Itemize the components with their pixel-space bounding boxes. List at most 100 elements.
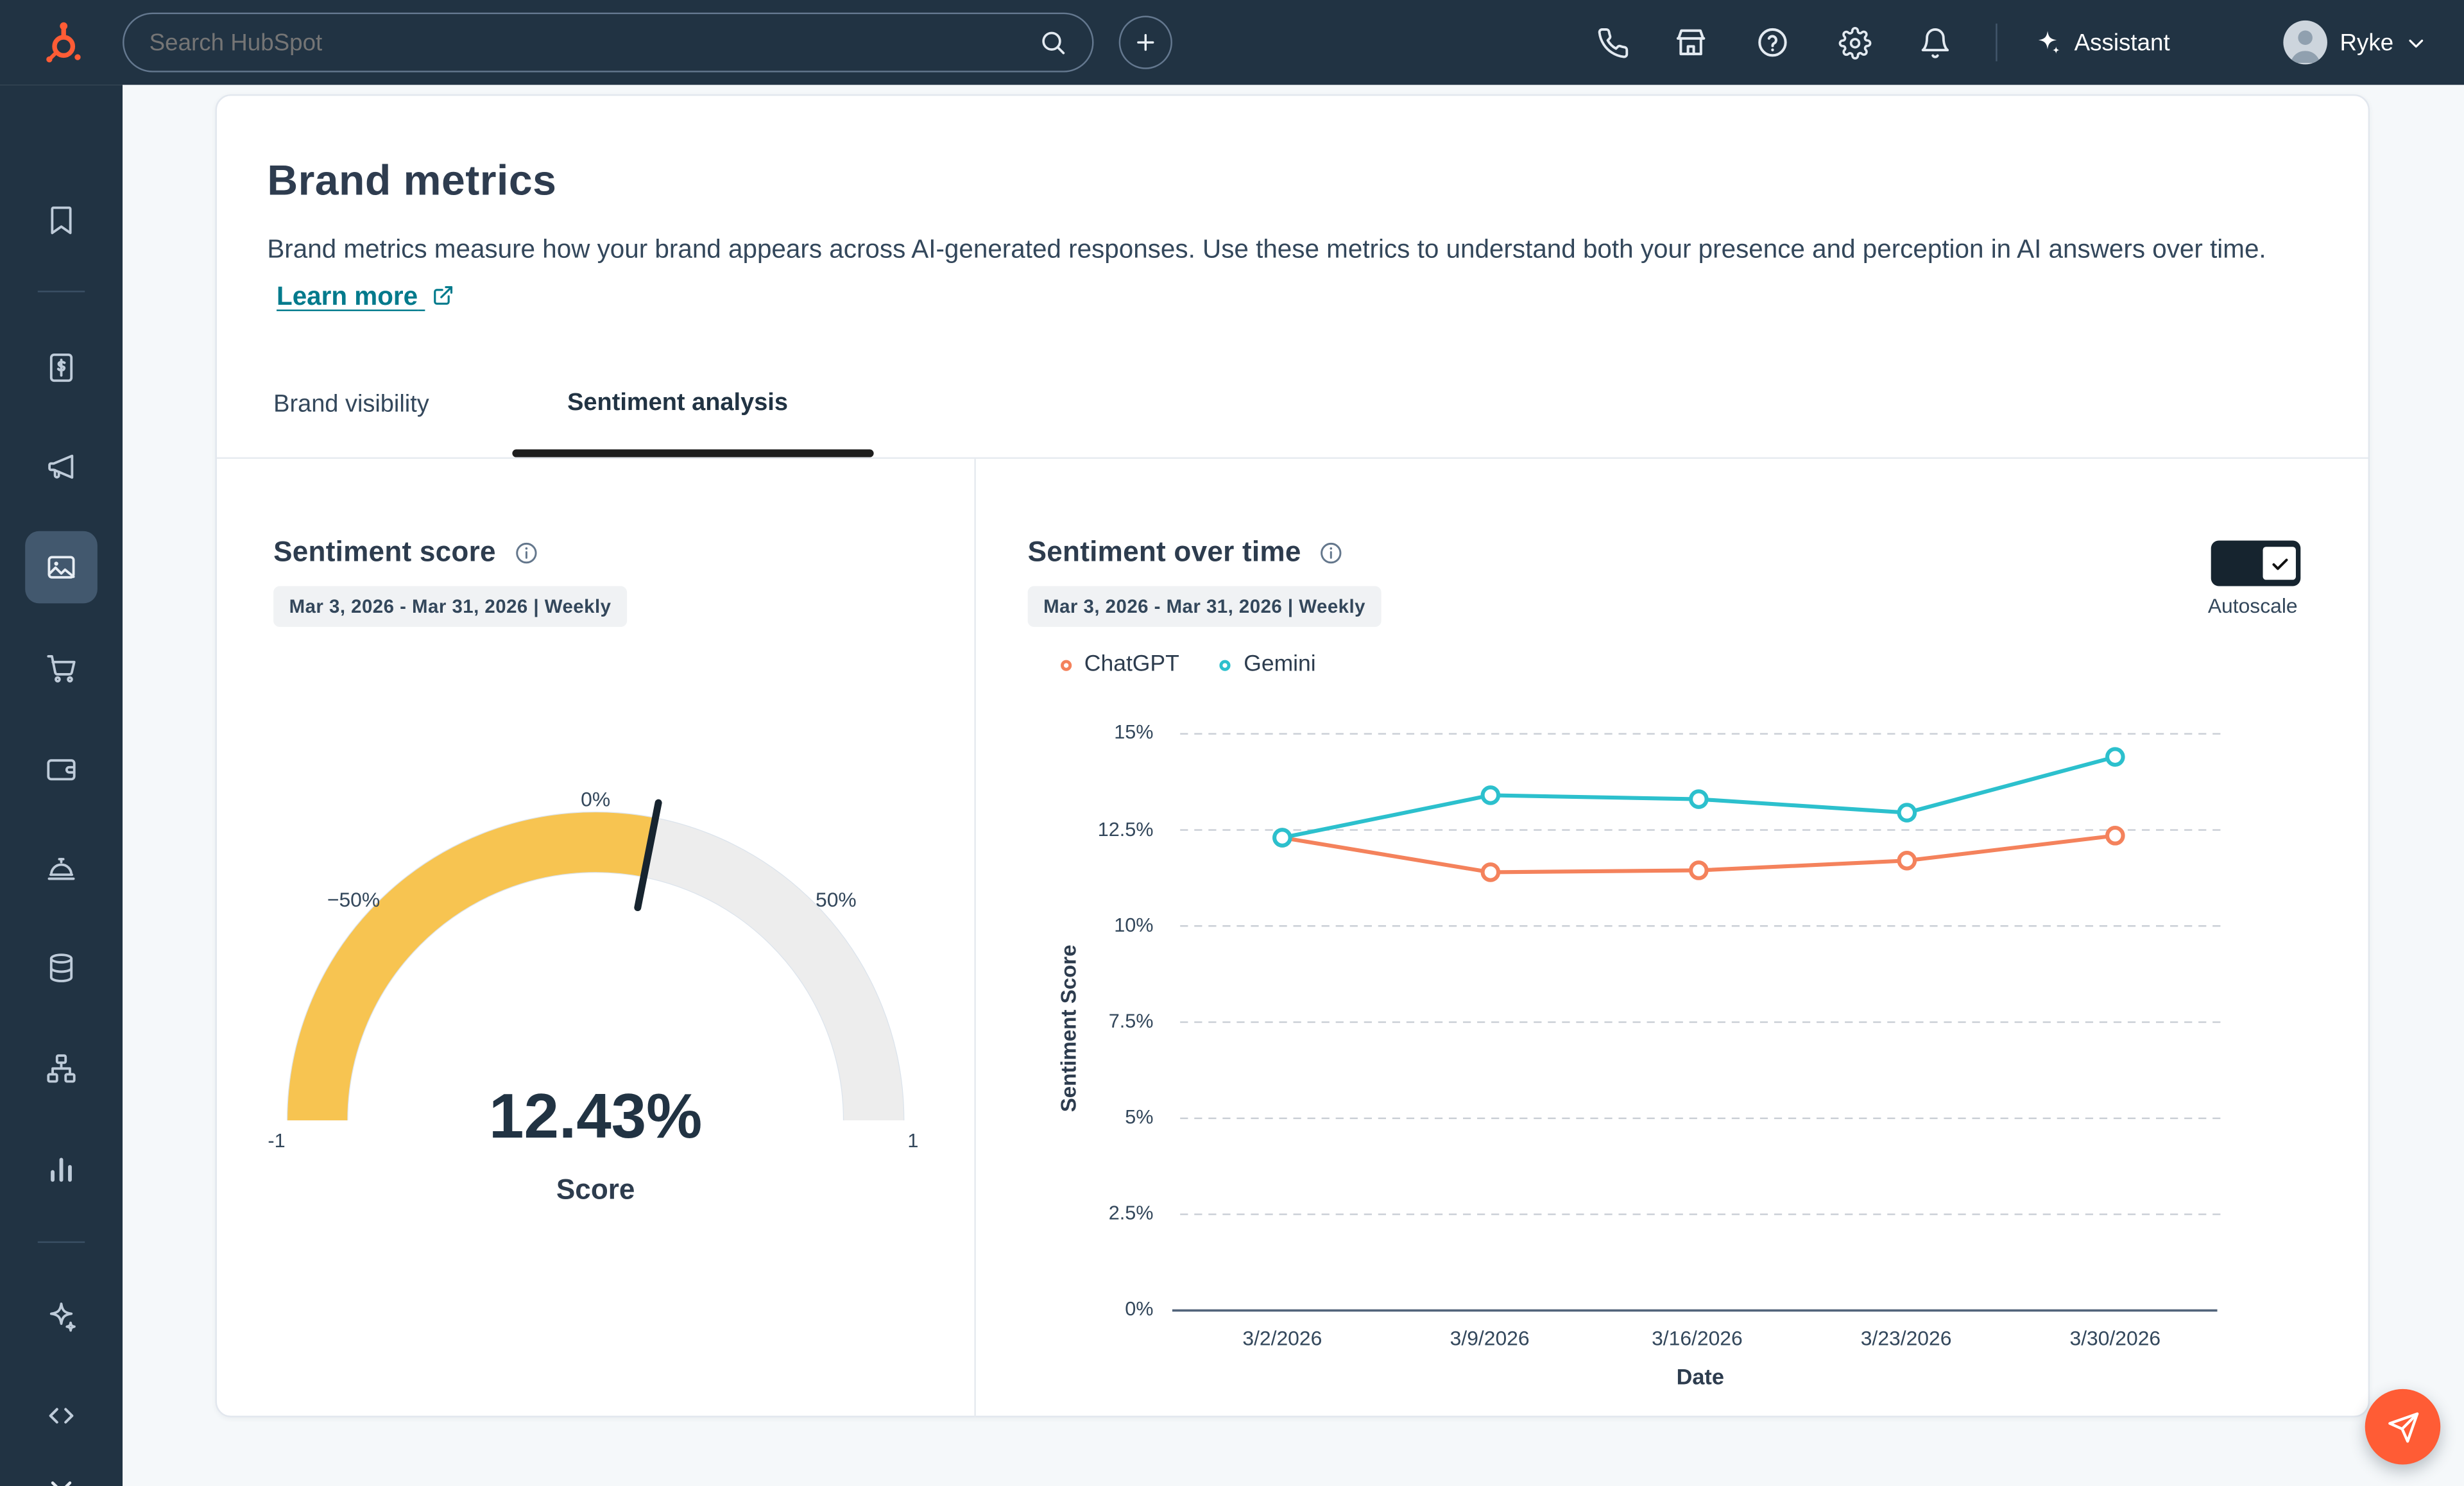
autoscale-toggle[interactable]: [2211, 540, 2301, 586]
bell-icon: [1918, 26, 1951, 58]
legend-item-gemini[interactable]: Gemini: [1220, 652, 1315, 677]
workflow-icon: [44, 1051, 79, 1086]
bar-chart-icon: [44, 1152, 79, 1186]
brand-metrics-card: Brand metrics Brand metrics measure how …: [216, 94, 2370, 1417]
y-tick: 7.5%: [1028, 1011, 1154, 1032]
sentiment-line-svg: [1034, 693, 2275, 1400]
page-description: Brand metrics measure how your brand app…: [267, 226, 2286, 321]
y-tick: 5%: [1028, 1106, 1154, 1128]
autoscale-label: Autoscale: [2208, 594, 2298, 618]
legend-label: Gemini: [1244, 652, 1315, 677]
tab-brand-visibility[interactable]: Brand visibility: [273, 391, 429, 420]
calling-button[interactable]: [1593, 24, 1631, 62]
sentiment-score-date-badge: Mar 3, 2026 - Mar 31, 2026 | Weekly: [273, 586, 627, 627]
megaphone-icon: [44, 449, 79, 484]
sidebar: [0, 85, 123, 1486]
search-input[interactable]: [150, 29, 1039, 56]
sidebar-item-reporting[interactable]: [42, 1150, 80, 1188]
sidebar-item-bookmarks[interactable]: [42, 201, 80, 239]
service-bell-icon: [44, 851, 79, 886]
sidebar-collapse-button[interactable]: [42, 1467, 80, 1486]
sentiment-score-title: Sentiment score: [273, 536, 496, 568]
sentiment-over-time-date-badge: Mar 3, 2026 - Mar 31, 2026 | Weekly: [1028, 586, 1382, 627]
create-button[interactable]: [1119, 15, 1172, 69]
sentiment-score-header: Sentiment score: [273, 536, 538, 568]
main-content: Brand metrics Brand metrics measure how …: [123, 85, 2464, 1486]
avatar-person-icon: [2283, 21, 2327, 65]
sparkle-icon: [44, 1299, 79, 1334]
search-icon: [1039, 28, 1067, 56]
settings-button[interactable]: [1835, 24, 1873, 62]
panel-divider: [974, 459, 975, 1417]
sidebar-item-content[interactable]: [42, 549, 80, 586]
sparkle-icon: [2033, 28, 2062, 56]
sidebar-divider: [38, 291, 85, 292]
sidebar-item-marketing[interactable]: [42, 448, 80, 486]
avatar: [2283, 21, 2327, 65]
gear-icon: [1838, 26, 1870, 58]
storefront-icon: [1673, 25, 1708, 60]
chevron-down-icon: [2406, 32, 2427, 53]
gauge-value: 12.43%: [391, 1082, 800, 1153]
tab-sentiment-analysis[interactable]: Sentiment analysis: [567, 389, 788, 418]
x-tick: 3/9/2026: [1411, 1326, 1568, 1350]
info-icon[interactable]: [1319, 540, 1344, 565]
y-axis-title: Sentiment Score: [1057, 910, 1081, 1146]
gauge-tick-right: 50%: [789, 888, 883, 912]
media-icon: [44, 550, 79, 585]
notifications-button[interactable]: [1915, 24, 1953, 62]
assistant-label: Assistant: [2075, 29, 2170, 56]
sidebar-item-service[interactable]: [42, 850, 80, 888]
question-circle-icon: [1756, 25, 1790, 60]
y-tick: 12.5%: [1028, 819, 1154, 841]
search-bar[interactable]: [123, 13, 1093, 73]
top-nav: Assistant Ryke: [0, 0, 2464, 85]
wallet-icon: [44, 751, 79, 786]
sidebar-item-breeze[interactable]: [42, 1298, 80, 1336]
nav-divider: [1996, 24, 1997, 62]
sentiment-over-time-header: Sentiment over time: [1028, 536, 1344, 568]
x-tick: 3/16/2026: [1618, 1326, 1775, 1350]
ledger-icon: [44, 350, 79, 385]
sidebar-item-automations[interactable]: [42, 1050, 80, 1088]
user-name: Ryke: [2340, 29, 2394, 56]
autoscale-knob: [2260, 543, 2299, 583]
gauge-tick-max: 1: [889, 1130, 936, 1152]
x-tick: 3/2/2026: [1204, 1326, 1361, 1350]
hubspot-logo[interactable]: [41, 21, 85, 65]
checkmark-icon: [2268, 552, 2290, 574]
marketplace-button[interactable]: [1672, 24, 1710, 62]
account-menu[interactable]: Ryke: [2283, 19, 2426, 65]
legend-swatch: [1220, 659, 1231, 670]
gauge-tick-left: −50%: [307, 888, 401, 912]
chart-legend: ChatGPT Gemini: [1061, 652, 1316, 677]
database-icon: [44, 951, 79, 986]
send-icon: [2386, 1410, 2419, 1443]
active-tab-underline: [512, 449, 873, 457]
phone-icon: [1596, 26, 1629, 58]
help-button[interactable]: [1754, 24, 1792, 62]
x-axis-title: Date: [1621, 1364, 1779, 1389]
sidebar-item-developer[interactable]: [42, 1397, 80, 1435]
legend-item-chatgpt[interactable]: ChatGPT: [1061, 652, 1179, 677]
bookmark-icon: [44, 203, 79, 237]
gauge-tick-min: -1: [253, 1130, 300, 1152]
sidebar-divider: [38, 1242, 85, 1243]
sidebar-item-data[interactable]: [42, 949, 80, 987]
y-tick: 10%: [1028, 914, 1154, 936]
y-tick: 2.5%: [1028, 1202, 1154, 1224]
assistant-fab[interactable]: [2365, 1389, 2441, 1465]
description-text: Brand metrics measure how your brand app…: [267, 235, 2266, 264]
x-tick: 3/30/2026: [2037, 1326, 2194, 1350]
sidebar-item-commerce[interactable]: [42, 649, 80, 687]
info-icon[interactable]: [513, 540, 538, 565]
learn-more-link[interactable]: Learn more: [277, 283, 455, 311]
hubspot-sprocket-icon: [41, 21, 85, 65]
sidebar-item-payments[interactable]: [42, 749, 80, 787]
external-link-icon: [433, 284, 455, 306]
tabs-divider: [217, 457, 2368, 459]
assistant-button[interactable]: Assistant: [2033, 22, 2170, 63]
sidebar-item-crm[interactable]: [42, 349, 80, 387]
gauge-tick-top: 0%: [549, 787, 643, 811]
y-tick: 0%: [1028, 1298, 1154, 1320]
